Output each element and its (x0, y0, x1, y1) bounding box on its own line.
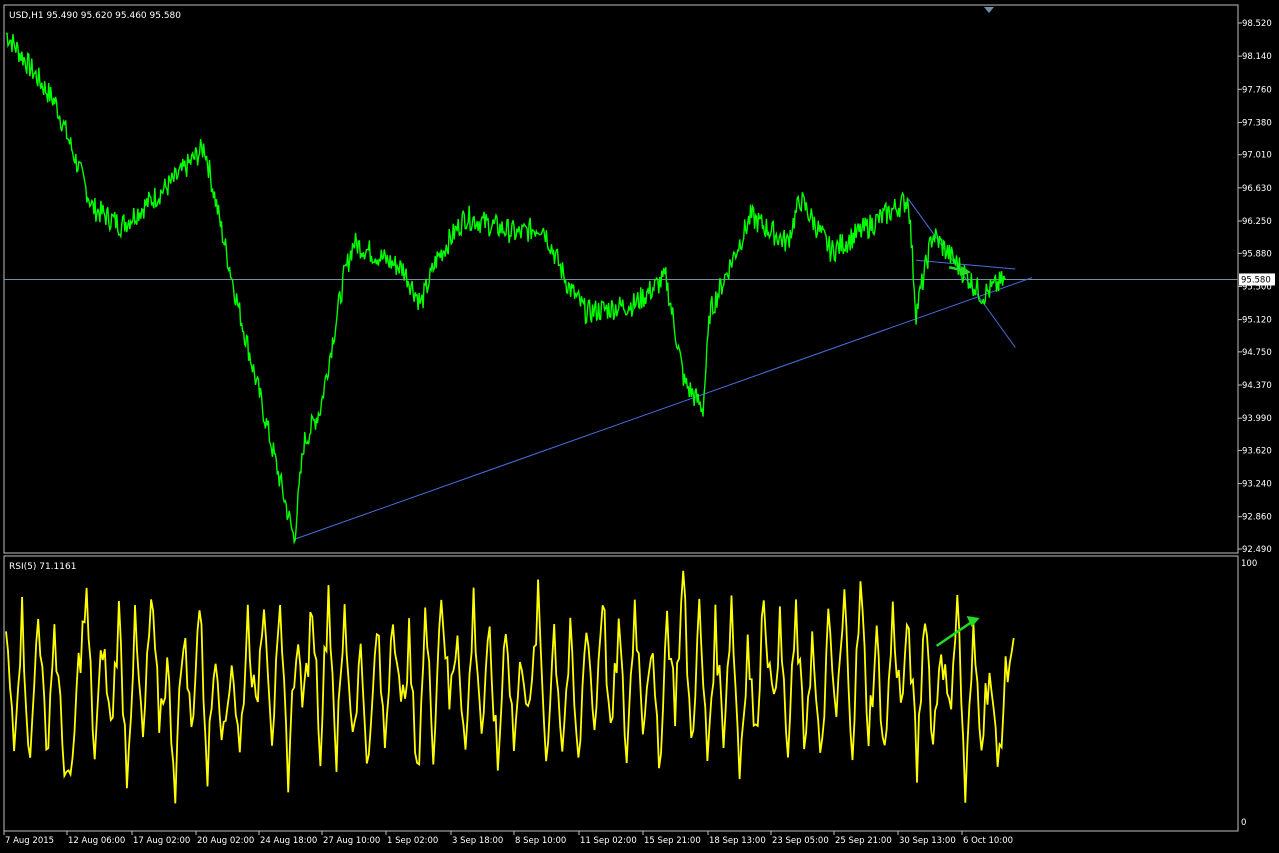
time-tick-label: 24 Aug 18:00 (260, 836, 317, 846)
price-series (5, 32, 1007, 545)
price-tick-label: 93.240 (1242, 480, 1272, 490)
price-tick-label: 95.120 (1242, 316, 1272, 326)
time-tick-label: 25 Sep 21:00 (835, 836, 892, 846)
shift-marker-icon[interactable] (984, 7, 994, 13)
price-tick-label: 93.990 (1242, 414, 1272, 424)
price-tick-label: 94.750 (1242, 348, 1272, 358)
rsi-tick-label: 0 (1241, 818, 1246, 828)
price-axis: 98.520 98.140 97.760 97.380 97.010 96.630 96.2… (1238, 19, 1272, 555)
price-tick-label: 96.250 (1242, 217, 1272, 227)
rsi-tick-label: 100 (1241, 559, 1257, 569)
time-tick-label: 23 Sep 05:00 (772, 836, 829, 846)
time-tick-label: 17 Aug 02:00 (133, 836, 190, 846)
price-tick-label: 93.620 (1242, 446, 1272, 456)
current-price-tag-label: 95.580 (1241, 275, 1271, 285)
time-tick-label: 6 Oct 10:00 (963, 836, 1013, 846)
price-tick-label: 95.880 (1242, 249, 1272, 259)
price-tick-label: 98.520 (1242, 19, 1272, 29)
price-tick-label: 94.370 (1242, 381, 1272, 391)
price-tick-label: 98.140 (1242, 52, 1272, 62)
time-tick-label: 27 Aug 10:00 (323, 836, 380, 846)
price-arrowhead-icon (960, 266, 972, 277)
chart-window: USD,H1 95.490 95.620 95.460 95.580 RSI(5… (0, 0, 1279, 849)
arrows[interactable] (935, 266, 980, 647)
rsi-series (5, 570, 1015, 804)
trendline[interactable] (916, 259, 1016, 270)
price-tick-label: 97.760 (1242, 85, 1272, 95)
time-tick-label: 12 Aug 06:00 (68, 836, 125, 846)
price-tick-label: 97.010 (1242, 151, 1272, 161)
time-axis: 7 Aug 2015 12 Aug 06:00 17 Aug 02:00 20 Aug… (3, 831, 1013, 846)
time-tick-label: 11 Sep 02:00 (580, 836, 637, 846)
price-tick-label: 92.490 (1242, 545, 1272, 555)
time-tick-label: 1 Sep 02:00 (387, 836, 438, 846)
chart-canvas[interactable]: USD,H1 95.490 95.620 95.460 95.580 RSI(5… (0, 0, 1279, 849)
time-tick-label: 15 Sep 21:00 (644, 836, 701, 846)
price-tick-label: 97.380 (1242, 118, 1272, 128)
time-tick-label: 3 Sep 18:00 (452, 836, 503, 846)
current-price-tag: 95.580 (1239, 273, 1275, 286)
symbol-info-label: USD,H1 95.490 95.620 95.460 95.580 (9, 11, 181, 21)
price-line (5, 32, 1007, 545)
time-tick-label: 18 Sep 13:00 (709, 836, 766, 846)
time-tick-label: 30 Sep 13:00 (899, 836, 956, 846)
time-tick-label: 7 Aug 2015 (5, 836, 54, 846)
time-tick-label: 8 Sep 10:00 (515, 836, 566, 846)
time-tick-label: 20 Aug 02:00 (197, 836, 254, 846)
rsi-line (5, 570, 1015, 804)
price-tick-label: 96.630 (1242, 184, 1272, 194)
price-tick-label: 92.860 (1242, 513, 1272, 523)
trendlines[interactable] (294, 198, 1033, 540)
rsi-axis: 100 0 (1241, 559, 1257, 828)
trendline[interactable] (294, 277, 1033, 540)
rsi-info-label: RSI(5) 71.1161 (9, 562, 76, 572)
